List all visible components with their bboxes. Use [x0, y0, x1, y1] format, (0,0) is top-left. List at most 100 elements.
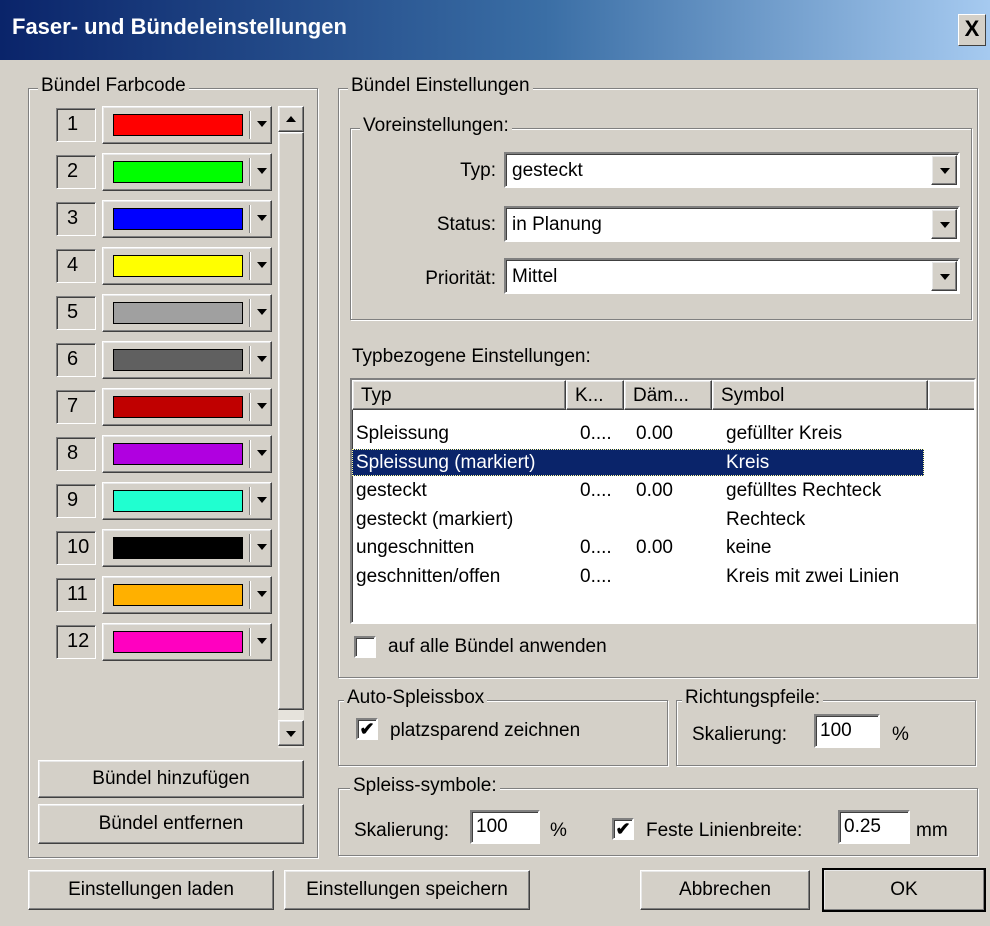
line-width-input[interactable]: 0.25 — [838, 810, 910, 844]
cell-typ: geschnitten/offen — [356, 565, 501, 587]
presets-legend: Voreinstellungen: — [360, 116, 512, 136]
splice-scale-input[interactable]: 100 — [470, 810, 540, 844]
chevron-down-icon — [257, 591, 267, 597]
bundle-color-picker[interactable] — [102, 200, 272, 238]
chevron-down-icon — [257, 497, 267, 503]
list-row[interactable]: gesteckt 0.... 0.00 gefülltes Rechteck — [352, 477, 924, 504]
color-swatch — [113, 255, 243, 277]
apply-all-label: auf alle Bündel anwenden — [388, 636, 607, 657]
cell-symbol: Kreis — [726, 451, 770, 473]
color-swatch — [113, 584, 243, 606]
bundle-number: 6 — [56, 343, 96, 377]
bundle-color-picker[interactable] — [102, 341, 272, 379]
bundle-number: 4 — [56, 249, 96, 283]
separator — [249, 628, 251, 656]
list-row[interactable]: Spleissung 0.... 0.00 gefüllter Kreis — [352, 420, 924, 447]
auto-splice-legend: Auto-Spleissbox — [344, 688, 488, 708]
color-swatch — [113, 349, 243, 371]
chevron-down-icon — [286, 731, 296, 737]
bundle-number: 1 — [56, 108, 96, 142]
cancel-button[interactable]: Abbrechen — [640, 870, 810, 910]
bundle-color-picker[interactable] — [102, 482, 272, 520]
color-swatch — [113, 490, 243, 512]
cell-daem: 0.00 — [636, 480, 673, 501]
chevron-down-icon — [257, 544, 267, 550]
list-row[interactable]: ungeschnitten 0.... 0.00 keine — [352, 534, 924, 561]
color-swatch — [113, 443, 243, 465]
priority-label: Priorität: — [425, 268, 496, 289]
chevron-down-icon — [257, 215, 267, 221]
status-dropdown-button[interactable] — [931, 209, 957, 239]
separator — [249, 581, 251, 609]
bundle-color-picker[interactable] — [102, 623, 272, 661]
color-swatch — [113, 631, 243, 653]
column-header-empty — [928, 380, 974, 410]
chevron-down-icon — [257, 356, 267, 362]
type-settings-list[interactable]: Typ K... Däm... Symbol Spleissung 0.... 0.… — [350, 378, 976, 624]
priority-value: Mittel — [512, 266, 558, 287]
bundle-color-picker[interactable] — [102, 247, 272, 285]
bundle-color-legend: Bündel Farbcode — [38, 76, 189, 96]
cell-daem: 0.00 — [636, 537, 673, 558]
splice-symbols-legend: Spleiss-symbole: — [350, 776, 500, 796]
bundle-number: 2 — [56, 155, 96, 189]
close-button[interactable]: X — [958, 14, 986, 46]
fixed-line-width-checkbox[interactable]: ✔ — [612, 818, 634, 840]
chevron-down-icon — [940, 168, 950, 174]
priority-dropdown-button[interactable] — [931, 261, 957, 291]
column-header-typ[interactable]: Typ — [352, 380, 566, 410]
color-swatch — [113, 396, 243, 418]
list-row[interactable]: geschnitten/offen 0.... Kreis mit zwei Lin… — [352, 563, 924, 590]
compact-draw-checkbox[interactable]: ✔ — [356, 718, 378, 740]
bundle-color-picker[interactable] — [102, 294, 272, 332]
typ-dropdown-button[interactable] — [931, 155, 957, 185]
priority-combo[interactable]: Mittel — [504, 258, 960, 294]
bundle-color-picker[interactable] — [102, 435, 272, 473]
compact-draw-label: platzsparend zeichnen — [390, 720, 581, 741]
column-header-symbol[interactable]: Symbol — [712, 380, 928, 410]
color-swatch — [113, 161, 243, 183]
bundle-color-picker[interactable] — [102, 106, 272, 144]
cell-k: 0.... — [580, 480, 612, 501]
apply-all-checkbox[interactable] — [354, 636, 376, 658]
bundle-color-picker[interactable] — [102, 388, 272, 426]
cell-typ: Spleissung — [356, 423, 449, 444]
typ-combo[interactable]: gesteckt — [504, 152, 960, 188]
column-header-k[interactable]: K... — [566, 380, 624, 410]
bundle-number: 7 — [56, 390, 96, 424]
add-bundle-button[interactable]: Bündel hinzufügen — [38, 760, 304, 798]
typ-value: gesteckt — [512, 160, 583, 181]
fixed-line-width-label: Feste Linienbreite: — [646, 820, 803, 841]
scroll-thumb[interactable] — [278, 132, 304, 710]
ok-button[interactable]: OK — [822, 868, 986, 912]
bundle-number: 9 — [56, 484, 96, 518]
chevron-down-icon — [257, 450, 267, 456]
bundle-number: 11 — [56, 578, 96, 612]
bundle-color-picker[interactable] — [102, 529, 272, 567]
list-row[interactable]: Spleissung (markiert) Kreis — [352, 448, 924, 476]
line-width-unit: mm — [916, 820, 948, 841]
column-header-daempfung[interactable]: Däm... — [624, 380, 712, 410]
cell-symbol: keine — [726, 537, 772, 558]
separator — [249, 158, 251, 186]
bundle-color-picker[interactable] — [102, 576, 272, 614]
load-settings-button[interactable]: Einstellungen laden — [28, 870, 274, 910]
status-combo[interactable]: in Planung — [504, 206, 960, 242]
separator — [249, 393, 251, 421]
type-settings-label: Typbezogene Einstellungen: — [352, 346, 591, 367]
cell-typ: Spleissung (markiert) — [356, 451, 536, 473]
cell-k: 0.... — [580, 565, 612, 587]
save-settings-button[interactable]: Einstellungen speichern — [284, 870, 530, 910]
splice-scale-unit: % — [550, 820, 567, 841]
scroll-up-button[interactable] — [278, 106, 304, 132]
remove-bundle-button[interactable]: Bündel entfernen — [38, 804, 304, 844]
separator — [249, 299, 251, 327]
arrows-scale-input[interactable]: 100 — [814, 714, 880, 748]
arrows-scale-label: Skalierung: — [692, 724, 788, 745]
typ-label: Typ: — [460, 160, 496, 181]
bundle-settings-legend: Bündel Einstellungen — [348, 76, 533, 96]
bundle-color-picker[interactable] — [102, 153, 272, 191]
scroll-down-button[interactable] — [278, 720, 304, 746]
bundle-number: 10 — [56, 531, 96, 565]
list-row[interactable]: gesteckt (markiert) Rechteck — [352, 506, 924, 533]
